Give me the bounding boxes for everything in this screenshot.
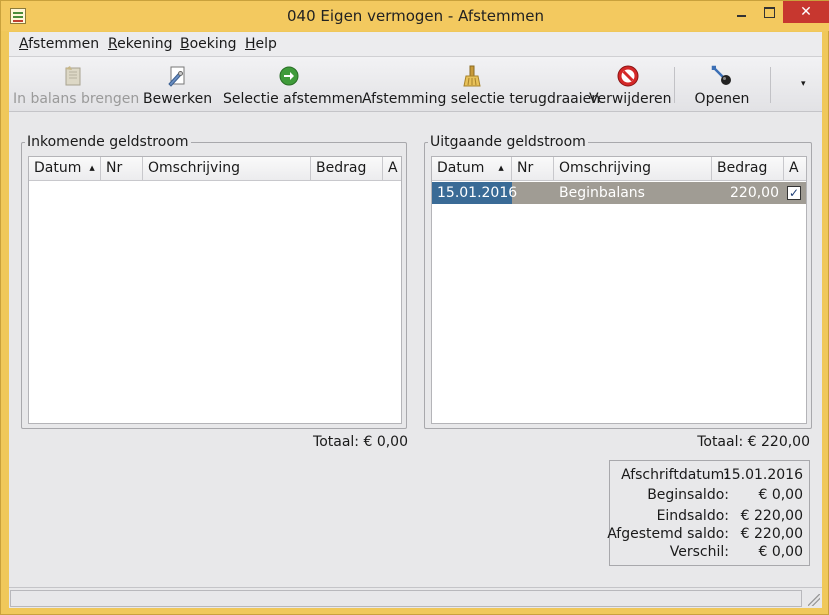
statement-date-value: 15.01.2016 xyxy=(722,467,803,483)
row-description: Beginbalans xyxy=(559,185,645,201)
menu-rekening-mnemonic: R xyxy=(108,36,118,52)
menu-boeking[interactable]: Boeking xyxy=(180,36,237,52)
incoming-col-nr[interactable]: Nr xyxy=(101,157,143,181)
incoming-col-description[interactable]: Omschrijving xyxy=(143,157,311,181)
outgoing-panel: Uitgaande geldstroom Datum ▲ Nr Omschrijv… xyxy=(424,134,812,429)
edit-icon xyxy=(168,66,185,87)
incoming-table-header: Datum ▲ Nr Omschrijving Bedrag A xyxy=(29,157,401,181)
reconciled-checkbox[interactable]: ✓ xyxy=(787,186,801,200)
open-pointer-icon xyxy=(711,65,731,85)
toolbar-separator xyxy=(770,67,771,103)
menu-afstemmen-mnemonic: A xyxy=(19,36,29,52)
incoming-col-amount[interactable]: Bedrag xyxy=(311,157,383,181)
maximize-button[interactable] xyxy=(756,1,782,23)
edit-label: Bewerken xyxy=(143,91,213,107)
incoming-panel-title: Inkomende geldstroom xyxy=(25,134,191,150)
menu-afstemmen[interactable]: Afstemmen xyxy=(19,36,99,52)
incoming-col-date-label: Datum xyxy=(34,160,82,176)
menu-rekening-label: ekening xyxy=(117,36,173,52)
minimize-button[interactable] xyxy=(727,1,755,23)
broom-icon xyxy=(463,65,481,87)
incoming-col-date[interactable]: Datum ▲ xyxy=(29,157,101,181)
menu-boeking-label: oeking xyxy=(189,36,237,52)
sort-ascending-icon: ▲ xyxy=(89,164,95,172)
outgoing-table-header: Datum ▲ Nr Omschrijving Bedrag A xyxy=(432,157,806,181)
toolbar: In balans brengen Bewerken Selectie afst… xyxy=(9,56,822,112)
summary-closing: Eindsaldo: € 220,00 xyxy=(610,508,803,526)
balance-button[interactable]: In balans brengen xyxy=(13,57,140,111)
menu-help-label: elp xyxy=(255,36,277,52)
outgoing-col-date[interactable]: Datum ▲ xyxy=(432,157,512,181)
reconcile-selection-button[interactable]: Selectie afstemmen xyxy=(223,57,363,111)
outgoing-col-amount[interactable]: Bedrag xyxy=(712,157,784,181)
edit-button[interactable]: Bewerken xyxy=(143,57,213,111)
summary-difference: Verschil: € 0,00 xyxy=(610,544,803,562)
outgoing-table[interactable]: Datum ▲ Nr Omschrijving Bedrag A 15.01.20… xyxy=(431,156,807,424)
sort-ascending-icon: ▲ xyxy=(498,164,504,172)
menu-boeking-mnemonic: B xyxy=(180,36,190,52)
undo-reconcile-label: Afstemming selectie terugdraaien xyxy=(362,91,601,107)
delete-button[interactable]: Verwijderen xyxy=(589,57,672,111)
balance-icon xyxy=(65,66,81,86)
delete-label: Verwijderen xyxy=(589,91,672,107)
incoming-col-reconciled[interactable]: A xyxy=(383,157,401,181)
app-window: 040 Eigen vermogen - Afstemmen ✕ Afstemm… xyxy=(0,0,829,615)
toolbar-separator xyxy=(674,67,675,103)
outgoing-col-date-label: Datum xyxy=(437,160,485,176)
menu-help-mnemonic: H xyxy=(245,36,256,52)
menu-rekening[interactable]: Rekening xyxy=(108,36,172,52)
outgoing-total: Totaal: € 220,00 xyxy=(697,434,810,450)
reconcile-selection-label: Selectie afstemmen xyxy=(223,91,363,107)
toolbar-overflow-button[interactable]: ▾ xyxy=(801,79,811,89)
opening-balance-label: Beginsaldo: xyxy=(647,487,729,503)
closing-balance-label: Eindsaldo: xyxy=(656,508,729,524)
reconciled-balance-value: € 220,00 xyxy=(740,526,803,542)
reconcile-summary: Afschriftdatum: 15.01.2016 Beginsaldo: €… xyxy=(607,460,810,566)
summary-statement-date: Afschriftdatum: 15.01.2016 xyxy=(610,467,803,485)
opening-balance-value: € 0,00 xyxy=(758,487,803,503)
statement-date-label: Afschriftdatum: xyxy=(621,467,729,483)
open-button[interactable]: Openen xyxy=(691,57,753,111)
incoming-table[interactable]: Datum ▲ Nr Omschrijving Bedrag A xyxy=(28,156,402,424)
balance-label: In balans brengen xyxy=(13,91,140,107)
outgoing-col-description[interactable]: Omschrijving xyxy=(554,157,712,181)
outgoing-panel-title: Uitgaande geldstroom xyxy=(428,134,588,150)
incoming-panel: Inkomende geldstroom Datum ▲ Nr Omschrijv… xyxy=(21,134,407,429)
difference-value: € 0,00 xyxy=(758,544,803,560)
summary-reconciled: Afgestemd saldo: € 220,00 xyxy=(607,526,803,544)
menu-help[interactable]: Help xyxy=(245,36,277,52)
difference-label: Verschil: xyxy=(669,544,729,560)
open-label: Openen xyxy=(694,91,750,107)
menu-afstemmen-label: fstemmen xyxy=(28,36,100,52)
close-button[interactable]: ✕ xyxy=(783,1,829,23)
no-entry-icon xyxy=(617,65,639,87)
reconciled-balance-label: Afgestemd saldo: xyxy=(607,526,729,542)
status-bar xyxy=(9,587,822,608)
status-field xyxy=(10,590,802,607)
arrow-right-icon xyxy=(279,66,299,86)
outgoing-col-reconciled[interactable]: A xyxy=(784,157,806,181)
closing-balance-value: € 220,00 xyxy=(740,508,803,524)
summary-opening: Beginsaldo: € 0,00 xyxy=(610,487,803,505)
row-nr xyxy=(512,182,554,204)
table-row[interactable]: 15.01.2016 Beginbalans 220,00 ✓ xyxy=(432,182,806,204)
row-amount: 220,00 xyxy=(730,185,779,201)
row-date: 15.01.2016 xyxy=(432,182,517,204)
title-bar: 040 Eigen vermogen - Afstemmen ✕ xyxy=(1,1,829,31)
client-area: Afstemmen Rekening Boeking Help In balan… xyxy=(9,32,822,608)
menu-bar: Afstemmen Rekening Boeking Help xyxy=(9,32,822,56)
window-title: 040 Eigen vermogen - Afstemmen xyxy=(287,7,544,25)
outgoing-col-nr[interactable]: Nr xyxy=(512,157,554,181)
incoming-total: Totaal: € 0,00 xyxy=(313,434,408,450)
resize-grip-icon[interactable] xyxy=(808,594,820,606)
undo-reconcile-button[interactable]: Afstemming selectie terugdraaien xyxy=(362,57,601,111)
